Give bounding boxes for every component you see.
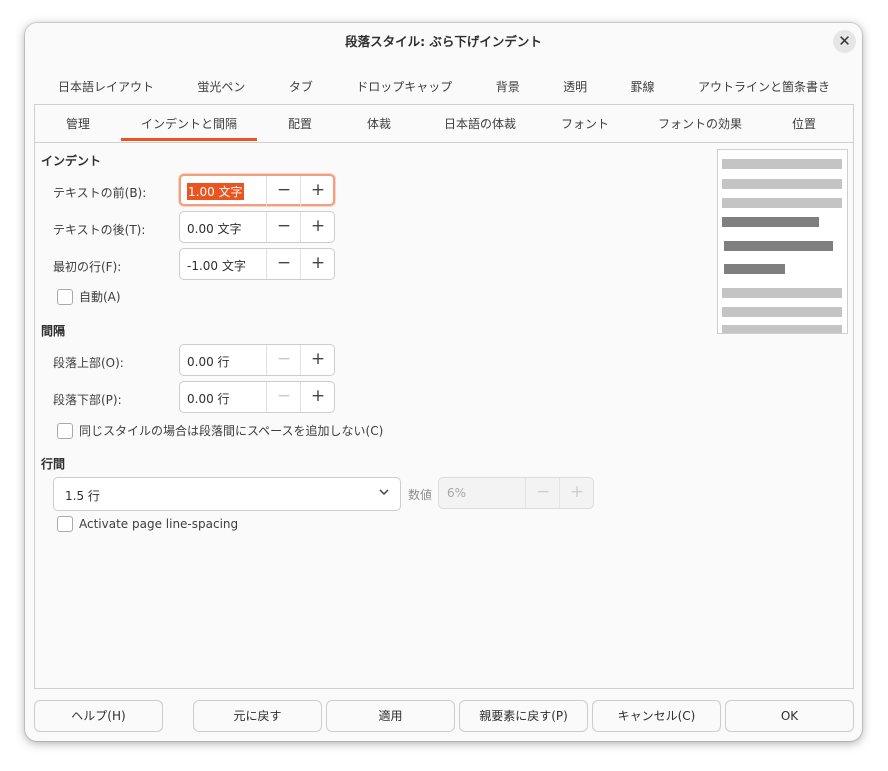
plus-icon[interactable]: +	[300, 212, 335, 242]
page-line-spacing-checkbox[interactable]: Activate page line-spacing	[57, 516, 238, 532]
tab-position[interactable]: 位置	[775, 105, 833, 141]
preview-line	[722, 325, 842, 333]
before-text-value[interactable]: 1.00 文字	[187, 183, 244, 200]
tab-font[interactable]: フォント	[545, 105, 625, 141]
checkbox-box[interactable]	[57, 288, 73, 305]
minus-icon[interactable]: −	[266, 176, 301, 206]
tab-tabs[interactable]: タブ	[275, 70, 327, 102]
first-line-value[interactable]: -1.00 文字	[187, 257, 246, 274]
tab-asian-typography[interactable]: 日本語レイアウト	[44, 70, 168, 102]
help-button[interactable]: ヘルプ(H)	[34, 700, 163, 732]
above-paragraph-spinbox[interactable]: 0.00 行 − +	[179, 344, 335, 376]
paragraph-style-dialog: 段落スタイル: ぶら下げインデント ✕ 日本語レイアウト 蛍光ペン タブ ドロッ…	[25, 23, 862, 741]
tab-highlighting[interactable]: 蛍光ペン	[183, 70, 259, 102]
tab-borders[interactable]: 罫線	[617, 70, 669, 102]
preview-line-current	[722, 217, 819, 227]
tab-outline-list[interactable]: アウトラインと箇条書き	[684, 70, 844, 102]
reset-button[interactable]: 元に戻す	[193, 700, 322, 732]
dialog-title: 段落スタイル: ぶら下げインデント	[345, 34, 542, 49]
line-spacing-value: 1.5 行	[65, 489, 100, 503]
first-line-label: 最初の行(F):	[53, 260, 122, 274]
preview-line-current	[724, 241, 833, 251]
after-text-value[interactable]: 0.00 文字	[187, 220, 242, 237]
tab-font-effects[interactable]: フォントの効果	[625, 105, 775, 141]
preview-line-current	[724, 264, 785, 274]
minus-icon: −	[266, 382, 301, 412]
minus-icon: −	[525, 478, 560, 508]
checkbox-box[interactable]	[57, 422, 73, 439]
preview-line	[722, 159, 842, 169]
plus-icon[interactable]: +	[300, 382, 335, 412]
line-spacing-section-title: 行間	[41, 457, 66, 471]
tab-alignment[interactable]: 配置	[257, 105, 343, 141]
indent-section-title: インデント	[41, 154, 102, 168]
line-spacing-value-spinbox: 6% − +	[438, 477, 594, 509]
paragraph-preview	[717, 149, 848, 334]
tab-asian-layout[interactable]: 日本語の体裁	[415, 105, 545, 141]
below-paragraph-label: 段落下部(P):	[53, 393, 122, 407]
tab-organizer[interactable]: 管理	[35, 105, 121, 141]
tab-panel: 管理 インデントと間隔 配置 体裁 日本語の体裁 フォント フォントの効果 位置…	[34, 104, 854, 689]
line-spacing-dropdown[interactable]: 1.5 行	[53, 477, 401, 511]
apply-button[interactable]: 適用	[326, 700, 455, 732]
plus-icon[interactable]: +	[300, 176, 335, 206]
tab-background[interactable]: 背景	[482, 70, 534, 102]
tab-row-top: 日本語レイアウト 蛍光ペン タブ ドロップキャップ 背景 透明 罫線 アウトライ…	[44, 70, 844, 102]
auto-label: 自動(A)	[79, 290, 121, 304]
after-text-spinbox[interactable]: 0.00 文字 − +	[179, 211, 335, 243]
below-paragraph-spinbox[interactable]: 0.00 行 − +	[179, 381, 335, 413]
checkbox-box[interactable]	[57, 516, 73, 532]
plus-icon[interactable]: +	[300, 345, 335, 375]
first-line-spinbox[interactable]: -1.00 文字 − +	[179, 248, 335, 280]
minus-icon[interactable]: −	[266, 249, 301, 279]
line-spacing-number: 6%	[447, 486, 467, 500]
before-text-spinbox[interactable]: 1.00 文字 − +	[179, 174, 335, 206]
preview-line	[722, 307, 842, 317]
below-paragraph-value[interactable]: 0.00 行	[187, 390, 230, 407]
page-line-spacing-label: Activate page line-spacing	[79, 517, 239, 531]
cancel-button[interactable]: キャンセル(C)	[592, 700, 721, 732]
ok-button[interactable]: OK	[725, 700, 854, 732]
chevron-down-icon	[378, 486, 390, 501]
before-text-label: テキストの前(B):	[53, 186, 147, 200]
plus-icon: +	[559, 478, 594, 508]
preview-line	[722, 179, 842, 189]
after-text-label: テキストの後(T):	[53, 223, 146, 237]
minus-icon[interactable]: −	[266, 212, 301, 242]
tab-text-flow[interactable]: 体裁	[343, 105, 415, 141]
tab-drop-caps[interactable]: ドロップキャップ	[342, 70, 466, 102]
reset-parent-button[interactable]: 親要素に戻す(P)	[459, 700, 588, 732]
no-space-same-style-checkbox[interactable]: 同じスタイルの場合は段落間にスペースを追加しない(C)	[57, 422, 383, 439]
preview-line	[722, 288, 842, 298]
title-bar: 段落スタイル: ぶら下げインデント ✕	[25, 23, 862, 61]
auto-checkbox[interactable]: 自動(A)	[57, 288, 121, 305]
above-paragraph-label: 段落上部(O):	[53, 356, 124, 370]
tab-indents-spacing[interactable]: インデントと間隔	[121, 105, 257, 141]
tab-transparency[interactable]: 透明	[549, 70, 601, 102]
close-icon[interactable]: ✕	[833, 30, 856, 53]
tab-row-bottom: 管理 インデントと間隔 配置 体裁 日本語の体裁 フォント フォントの効果 位置	[35, 105, 853, 143]
no-space-same-style-label: 同じスタイルの場合は段落間にスペースを追加しない(C)	[79, 424, 384, 438]
plus-icon[interactable]: +	[300, 249, 335, 279]
preview-line	[722, 198, 842, 208]
value-label: 数値	[408, 488, 433, 502]
above-paragraph-value[interactable]: 0.00 行	[187, 353, 230, 370]
minus-icon: −	[266, 345, 301, 375]
spacing-section-title: 間隔	[41, 324, 66, 338]
